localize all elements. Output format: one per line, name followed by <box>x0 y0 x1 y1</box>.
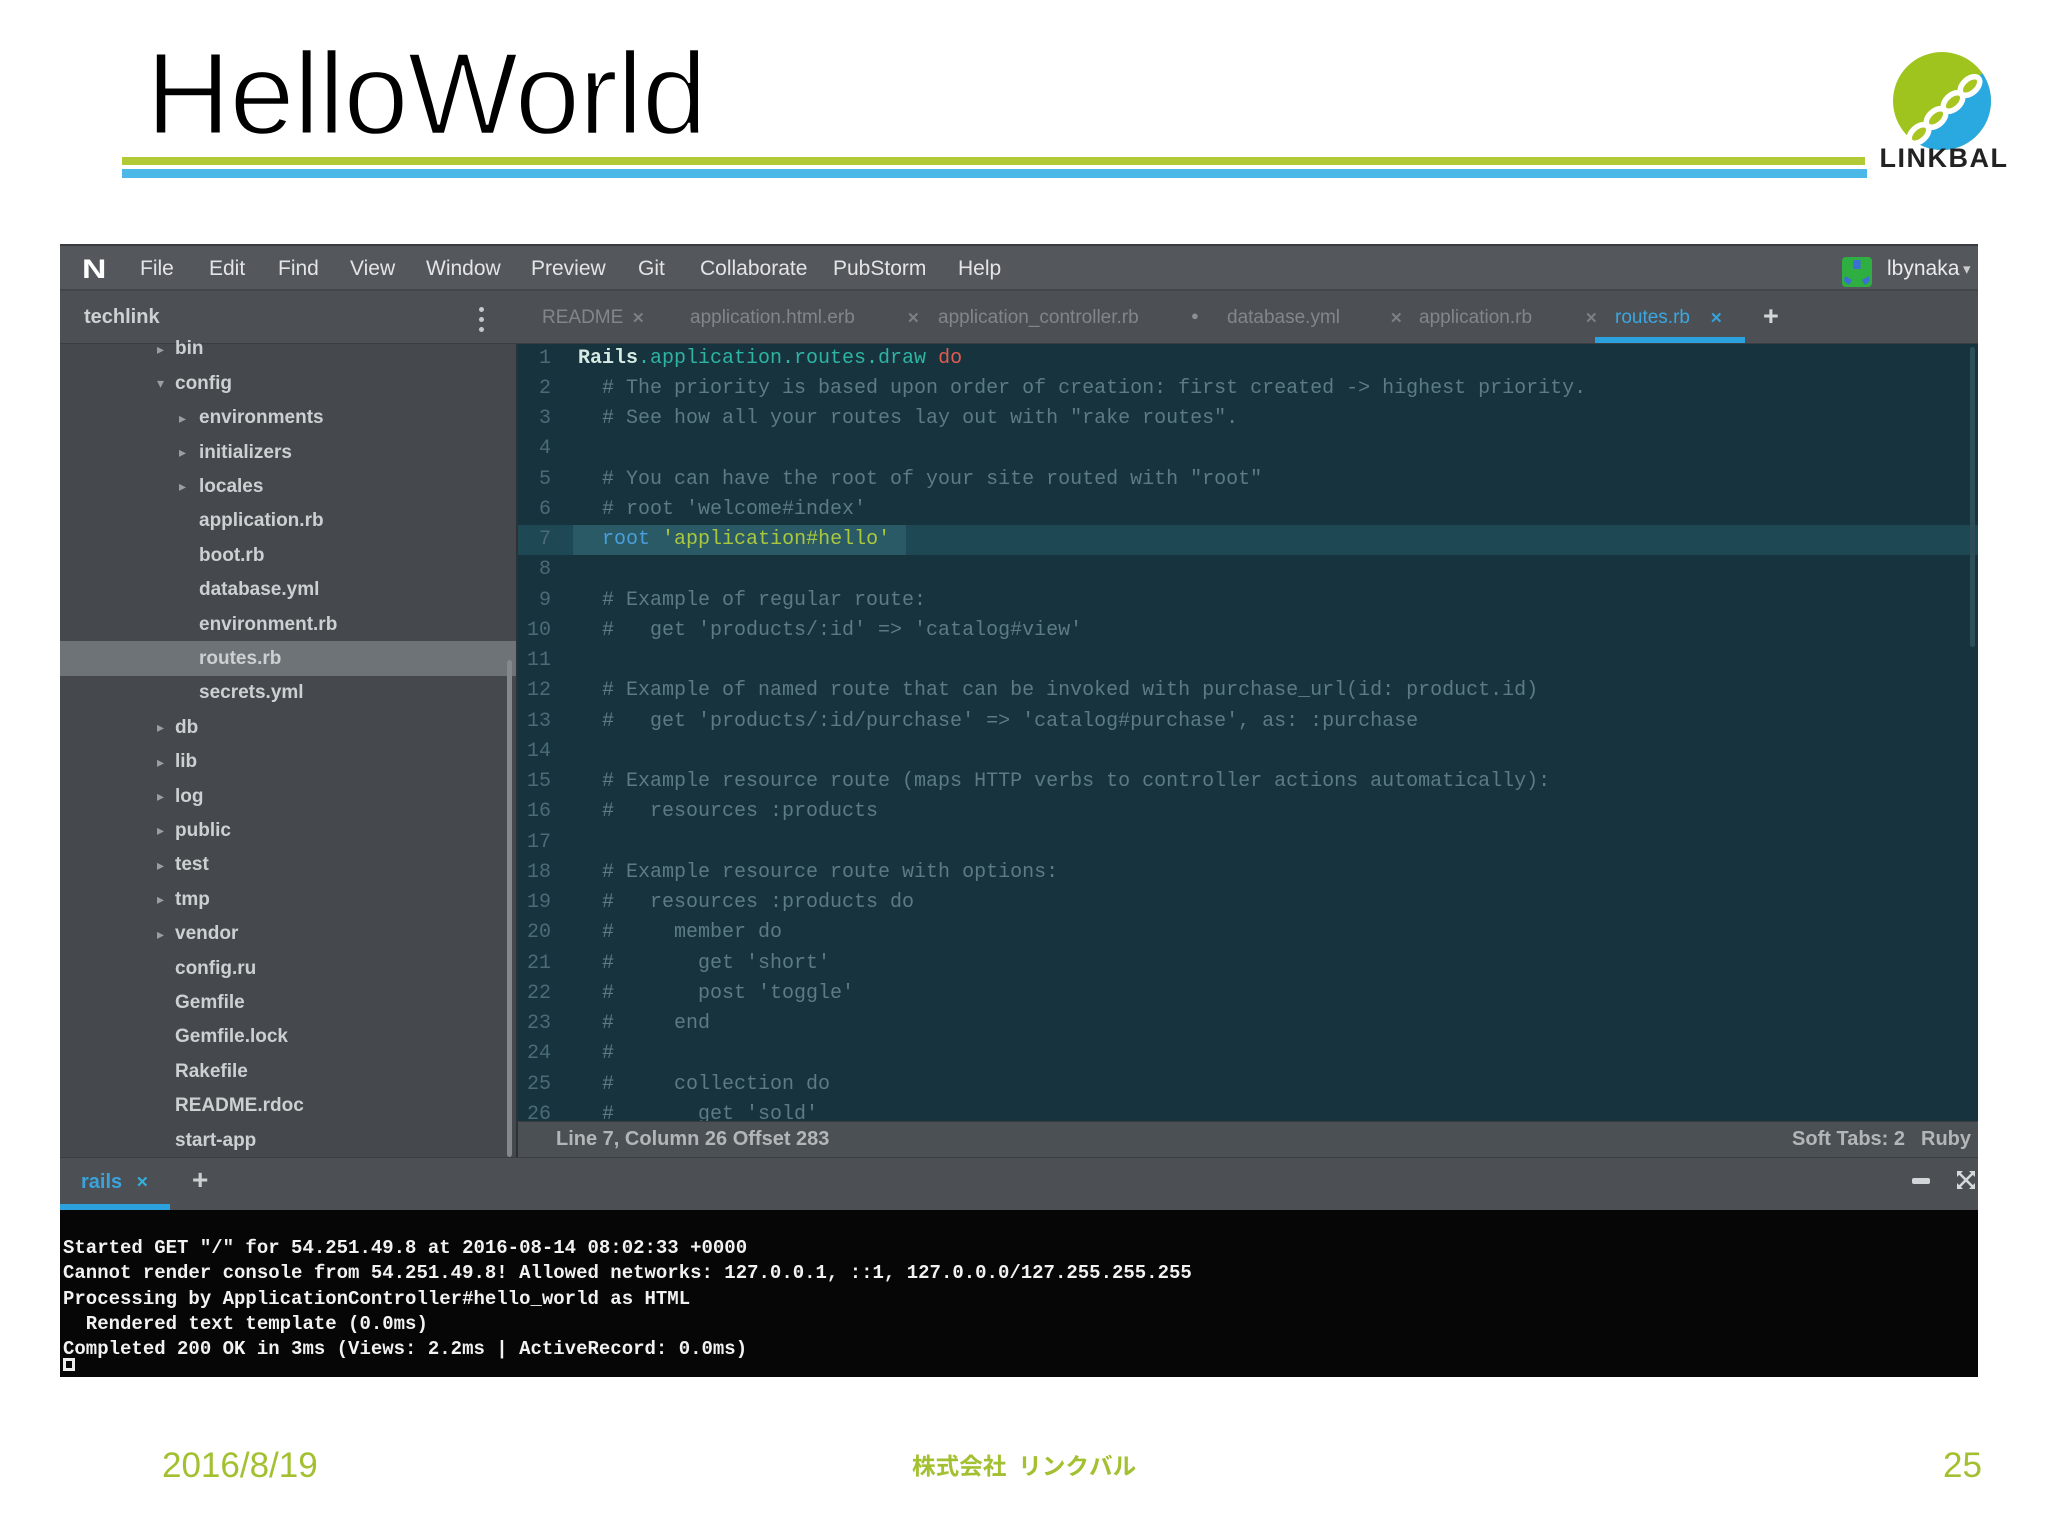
svg-text:LINKBAL: LINKBAL <box>1880 143 2008 173</box>
